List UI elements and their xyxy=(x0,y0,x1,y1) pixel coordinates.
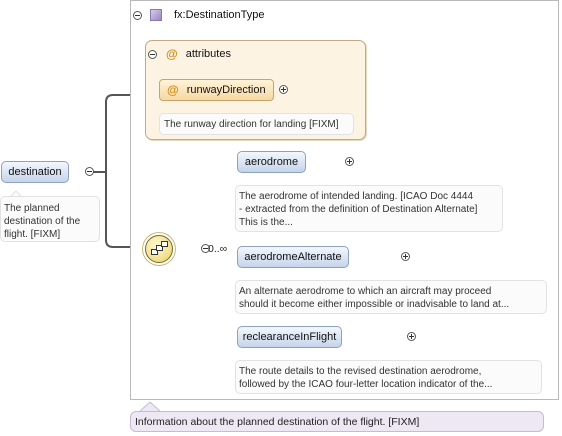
type-annotation: Information about the planned destinatio… xyxy=(130,411,544,432)
annotation-line: The aerodrome of intended landing. [ICAO… xyxy=(239,191,474,202)
sequence-compositor-icon[interactable] xyxy=(145,235,173,263)
annotation-line: An alternate aerodrome to which an aircr… xyxy=(239,286,492,297)
attributes-group-header: @ attributes xyxy=(148,46,231,62)
element-name: aerodrome xyxy=(244,156,299,168)
element-destination[interactable]: destination xyxy=(1,161,69,183)
collapse-type-icon[interactable] xyxy=(133,10,142,20)
element-name: aerodromeAlternate xyxy=(244,251,342,263)
element-name: reclearanceInFlight xyxy=(242,331,337,343)
sequence-block xyxy=(161,241,168,247)
annotation-line: destination of the xyxy=(4,216,81,227)
bottom-annotation-tab xyxy=(139,401,161,412)
destination-annotation: The planned destination of the flight. [… xyxy=(0,196,100,242)
attribute-name: runwayDirection xyxy=(186,84,266,96)
collapse-attributes-icon[interactable] xyxy=(148,49,157,59)
complex-type-name: fx:DestinationType xyxy=(174,9,265,21)
element-name: destination xyxy=(8,166,62,178)
attribute-runway-direction[interactable]: @ runwayDirection xyxy=(159,79,274,101)
annotation-line: - extracted from the definition of Desti… xyxy=(239,204,478,215)
annotation-line: flight. [FIXM] xyxy=(4,229,61,240)
aerodrome-alternate-annotation: An alternate aerodrome to which an aircr… xyxy=(235,280,547,314)
sequence-cardinality: 0..∞ xyxy=(208,243,228,255)
attribute-icon: @ xyxy=(167,83,179,97)
attribute-icon: @ xyxy=(166,47,178,61)
annotation-line: This is the... xyxy=(239,217,293,228)
attributes-group-label: attributes xyxy=(185,48,231,60)
attribute-annotation: The runway direction for landing [FIXM] xyxy=(159,113,354,135)
element-reclearance-in-flight[interactable]: reclearanceInFlight xyxy=(237,326,342,348)
type-doc: Information about the planned destinatio… xyxy=(135,415,420,428)
attribute-doc: The runway direction for landing [FIXM] xyxy=(164,119,339,130)
aerodrome-annotation: The aerodrome of intended landing. [ICAO… xyxy=(235,185,503,232)
element-aerodrome-alternate[interactable]: aerodromeAlternate xyxy=(237,246,349,268)
annotation-line: followed by the ICAO four-letter locatio… xyxy=(239,379,493,390)
complex-type-icon xyxy=(150,9,162,21)
annotation-line: The route details to the revised destina… xyxy=(239,366,482,377)
complex-type-header: fx:DestinationType xyxy=(133,6,265,24)
annotation-line: should it become either impossible or in… xyxy=(239,299,510,310)
annotation-line: The planned xyxy=(4,203,60,214)
reclearance-annotation: The route details to the revised destina… xyxy=(235,360,542,394)
collapse-destination-icon[interactable] xyxy=(85,167,95,176)
element-aerodrome[interactable]: aerodrome xyxy=(237,151,306,173)
expand-attribute-icon[interactable] xyxy=(279,85,288,94)
